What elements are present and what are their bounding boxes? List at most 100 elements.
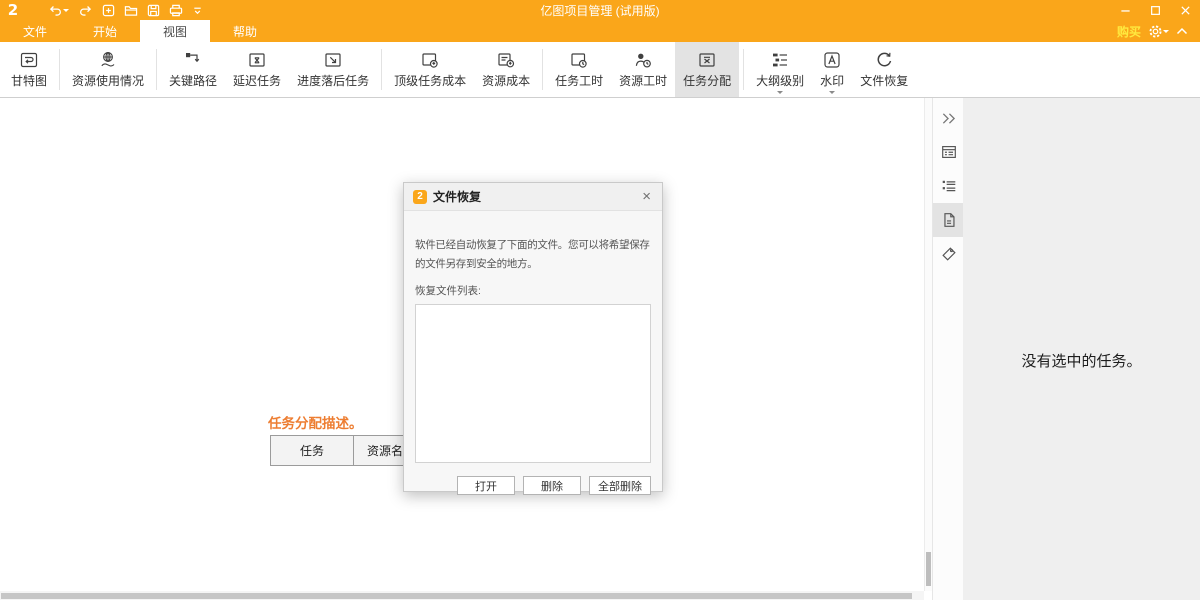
redo-button[interactable] bbox=[78, 4, 93, 17]
outline-level-icon bbox=[770, 50, 790, 70]
ribbon-group-separator bbox=[542, 49, 543, 90]
ribbon-button-gantt-chart[interactable]: 甘特图 bbox=[3, 42, 55, 97]
collapse-panel-button[interactable] bbox=[933, 101, 964, 135]
outline-list-icon bbox=[940, 177, 958, 195]
close-button[interactable] bbox=[1170, 0, 1200, 20]
dialog-app-logo-icon: 2 bbox=[413, 190, 427, 204]
tab-label: 文件 bbox=[23, 23, 47, 40]
settings-dropdown-caret-icon bbox=[1163, 30, 1169, 36]
ribbon-button-label: 任务工时 bbox=[555, 75, 603, 88]
dialog-message: 软件已经自动恢复了下面的文件。您可以将希望保存的文件另存到安全的地方。 bbox=[415, 236, 651, 274]
ribbon-button-task-hours[interactable]: 任务工时 bbox=[547, 42, 611, 97]
top-task-cost-icon bbox=[420, 50, 440, 70]
ribbon-group-separator bbox=[381, 49, 382, 90]
task-hours-icon bbox=[569, 50, 589, 70]
minimize-icon bbox=[1120, 5, 1131, 16]
behind-schedule-tasks-icon bbox=[323, 50, 343, 70]
tab-label: 开始 bbox=[93, 23, 117, 40]
ribbon-button-label: 水印 bbox=[820, 75, 844, 88]
print-button[interactable] bbox=[169, 4, 183, 17]
titlebar-actions: 购买 bbox=[1117, 20, 1200, 42]
ribbon-group-separator bbox=[59, 49, 60, 90]
undo-dropdown-caret-icon[interactable] bbox=[63, 9, 69, 15]
print-icon bbox=[169, 4, 183, 17]
ribbon-button-delayed-tasks[interactable]: 延迟任务 bbox=[225, 42, 289, 97]
ribbon-button-label: 顶级任务成本 bbox=[394, 75, 466, 88]
ribbon-button-outline-level[interactable]: 大纲级别 bbox=[748, 42, 812, 97]
undo-icon bbox=[48, 4, 63, 17]
ribbon-button-label: 延迟任务 bbox=[233, 75, 281, 88]
page-properties-panel-button[interactable] bbox=[933, 203, 964, 237]
ribbon-button-label: 关键路径 bbox=[169, 75, 217, 88]
customize-quick-access-button[interactable] bbox=[192, 5, 203, 16]
no-task-selected-message: 没有选中的任务。 bbox=[963, 350, 1200, 371]
ribbon-group-separator bbox=[156, 49, 157, 90]
collapse-ribbon-button[interactable] bbox=[1176, 26, 1188, 36]
ribbon-button-behind-schedule-tasks[interactable]: 进度落后任务 bbox=[289, 42, 377, 97]
file-recovery-icon bbox=[874, 50, 894, 70]
tab-help[interactable]: 帮助 bbox=[210, 20, 280, 42]
open-file-dialog-button[interactable]: 打开 bbox=[457, 476, 515, 495]
buy-link[interactable]: 购买 bbox=[1117, 23, 1141, 40]
recovered-files-listbox[interactable] bbox=[415, 304, 651, 463]
chevron-up-icon bbox=[1176, 26, 1188, 36]
new-document-icon bbox=[102, 4, 115, 17]
redo-icon bbox=[78, 4, 93, 17]
ribbon-tab-bar: 文件 开始 视图 帮助 购买 bbox=[0, 20, 1200, 42]
tag-panel-button[interactable] bbox=[933, 237, 964, 271]
file-recovery-dialog: 2 文件恢复 × 软件已经自动恢复了下面的文件。您可以将希望保存的文件另存到安全… bbox=[403, 182, 663, 492]
task-properties-panel-button[interactable] bbox=[933, 135, 964, 169]
minimize-button[interactable] bbox=[1110, 0, 1140, 20]
page-properties-icon bbox=[940, 211, 958, 229]
vertical-scrollbar-thumb[interactable] bbox=[926, 552, 931, 586]
save-button[interactable] bbox=[147, 4, 160, 17]
ribbon-button-task-assignment[interactable]: 任务分配 bbox=[675, 42, 739, 97]
resource-hours-icon bbox=[633, 50, 653, 70]
tab-home[interactable]: 开始 bbox=[70, 20, 140, 42]
ribbon-button-label: 任务分配 bbox=[683, 75, 731, 88]
ribbon-button-resource-cost[interactable]: 资源成本 bbox=[474, 42, 538, 97]
ribbon-button-label: 资源工时 bbox=[619, 75, 667, 88]
window-controls bbox=[1110, 0, 1200, 20]
open-file-button[interactable] bbox=[124, 4, 138, 17]
dialog-button-row: 打开 删除 全部删除 bbox=[415, 476, 651, 495]
ribbon-group-separator bbox=[743, 49, 744, 90]
ribbon-button-file-recovery[interactable]: 文件恢复 bbox=[852, 42, 916, 97]
customize-toolbar-icon bbox=[192, 5, 203, 16]
tab-file[interactable]: 文件 bbox=[0, 20, 70, 42]
ribbon-button-label: 文件恢复 bbox=[860, 75, 908, 88]
ribbon-button-critical-path[interactable]: 关键路径 bbox=[161, 42, 225, 97]
recovered-files-list-label: 恢复文件列表: bbox=[415, 283, 651, 298]
undo-button[interactable] bbox=[48, 4, 69, 17]
ribbon-button-resource-hours[interactable]: 资源工时 bbox=[611, 42, 675, 97]
ribbon-button-label: 资源成本 bbox=[482, 75, 530, 88]
ribbon-button-label: 大纲级别 bbox=[756, 75, 804, 88]
horizontal-scrollbar[interactable] bbox=[0, 591, 924, 600]
delete-all-files-dialog-button[interactable]: 全部删除 bbox=[589, 476, 651, 495]
delete-file-dialog-button[interactable]: 删除 bbox=[523, 476, 581, 495]
maximize-button[interactable] bbox=[1140, 0, 1170, 20]
critical-path-icon bbox=[183, 50, 203, 70]
collapse-panel-icon bbox=[940, 111, 957, 126]
tab-view[interactable]: 视图 bbox=[140, 20, 210, 42]
right-side-toolbar bbox=[932, 98, 964, 600]
ribbon-button-top-task-cost[interactable]: 顶级任务成本 bbox=[386, 42, 474, 97]
ribbon-button-resource-usage[interactable]: 资源使用情况 bbox=[64, 42, 152, 97]
tag-icon bbox=[940, 245, 958, 263]
resource-usage-icon bbox=[98, 50, 118, 70]
dialog-close-button[interactable]: × bbox=[640, 189, 653, 204]
outline-list-panel-button[interactable] bbox=[933, 169, 964, 203]
ribbon-button-watermark[interactable]: 水印 bbox=[812, 42, 852, 97]
maximize-icon bbox=[1150, 5, 1161, 16]
title-bar: 2 bbox=[0, 0, 1200, 20]
dialog-title: 文件恢复 bbox=[433, 188, 481, 205]
dialog-title-bar[interactable]: 2 文件恢复 × bbox=[404, 183, 662, 211]
settings-button[interactable] bbox=[1148, 24, 1169, 39]
horizontal-scrollbar-thumb[interactable] bbox=[1, 593, 912, 599]
app-logo-icon: 2 bbox=[0, 0, 26, 20]
task-assignment-icon bbox=[697, 50, 717, 70]
task-assignment-heading: 任务分配描述。 bbox=[268, 412, 363, 432]
vertical-scrollbar[interactable] bbox=[924, 98, 932, 591]
dropdown-caret-icon bbox=[829, 91, 835, 97]
new-document-button[interactable] bbox=[102, 4, 115, 17]
